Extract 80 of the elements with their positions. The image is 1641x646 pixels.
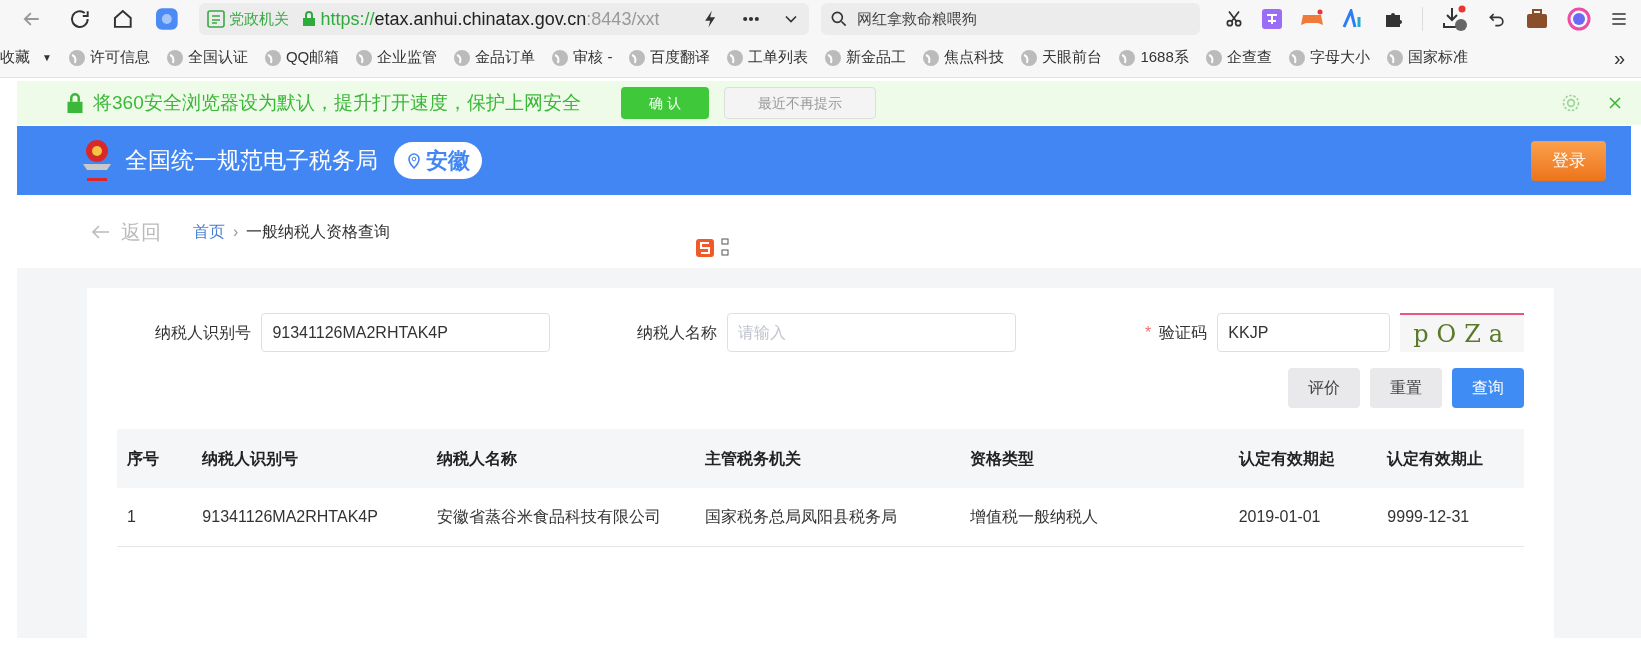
column-header: 认定有效期起 (1237, 448, 1336, 469)
notice-text: 将360安全浏览器设为默认，提升打开速度，保护上网安全 (93, 90, 582, 115)
download-icon[interactable] (1441, 5, 1469, 33)
breadcrumb-current: 一般纳税人资格查询 (246, 221, 391, 242)
table-cell-text: 国家税务总局凤阳县税务局 (703, 507, 898, 527)
bookmark-item[interactable]: 国家标准 (1377, 46, 1476, 69)
home-icon[interactable] (111, 7, 135, 31)
globe-icon (1020, 48, 1039, 67)
input-field[interactable]: 91341126MA2RHTAK4P (261, 313, 551, 352)
bookmark-item[interactable]: 金品订单 (445, 46, 544, 69)
table-cell-text: 91341126MA2RHTAK4P (201, 507, 379, 527)
table-cell-text: 安徽省蒸谷米食品科技有限公司 (436, 507, 663, 527)
field-label: 纳税人识别号 (155, 322, 252, 343)
lock-icon (65, 93, 85, 113)
lock-icon (300, 11, 317, 27)
bookmark-item[interactable]: 焦点科技 (914, 46, 1013, 69)
table-cell-text: 2019-01-01 (1237, 507, 1322, 527)
globe-icon (551, 48, 570, 67)
column-header: 纳税人识别号 (201, 448, 300, 469)
column-header: 纳税人名称 (436, 448, 519, 469)
table-cell-text: 1 (126, 507, 137, 527)
globe-icon (824, 48, 843, 67)
location-pin-icon (406, 152, 422, 169)
bookmark-item[interactable]: 收藏 ▼ (0, 46, 60, 69)
globe-icon (355, 48, 374, 67)
ai-circle-icon[interactable] (1567, 7, 1591, 31)
more-bookmarks-button[interactable]: » (1613, 42, 1641, 73)
location-text: 安徽 (426, 147, 470, 175)
address-bar[interactable]: 党政机关 https://etax.anhui.chinatax.gov.cn:8443/xxt (198, 3, 809, 35)
globe-icon (1118, 48, 1137, 67)
column-header: 资格类型 (969, 448, 1036, 469)
bookmark-item[interactable]: 企查查 (1196, 46, 1280, 69)
scissors-icon[interactable] (1224, 9, 1244, 29)
dropdown-caret[interactable]: ▼ (42, 50, 52, 65)
table-cell-text: 增值税一般纳税人 (969, 507, 1100, 527)
bookmark-item[interactable]: 工单列表 (718, 46, 817, 69)
globe-icon (165, 48, 184, 67)
search-field[interactable]: 网红拿救命粮喂狗 (820, 3, 1200, 35)
action-button[interactable]: 评价 (1288, 368, 1360, 408)
globe-icon (1204, 48, 1223, 67)
globe-icon (922, 48, 941, 67)
bookmark-item[interactable]: 审核 - (543, 46, 621, 69)
required-mark: * (1145, 322, 1152, 343)
field-label: 纳税人名称 (637, 322, 718, 343)
bookmark-item[interactable]: 新金品工 (816, 46, 915, 69)
column-header: 认定有效期止 (1385, 448, 1485, 469)
globe-icon (453, 48, 472, 67)
bookmark-item[interactable]: 天眼前台 (1012, 46, 1111, 69)
globe-icon (726, 48, 745, 67)
ai-icon[interactable] (154, 7, 179, 31)
globe-icon (67, 48, 86, 67)
briefcase-icon[interactable] (1525, 7, 1549, 31)
url-category-label: 党政机关 (228, 8, 290, 29)
bookmark-item[interactable]: 百度翻译 (620, 46, 719, 69)
globe-icon (263, 48, 282, 67)
bookmark-item[interactable]: 1688系 (1110, 46, 1197, 69)
column-header: 主管税务机关 (703, 448, 802, 469)
table-cell-text: 9999-12-31 (1386, 507, 1471, 527)
translate-icon[interactable] (1262, 9, 1282, 29)
url-text: https://etax.anhui.chinatax.gov.cn:8443/xxt (320, 7, 660, 31)
column-header: 序号 (126, 448, 160, 469)
globe-icon (1287, 48, 1306, 67)
input-field[interactable]: 请输入 (727, 313, 1017, 352)
bookmark-item[interactable]: 企业监管 (347, 46, 446, 69)
input-field[interactable]: KKJP (1217, 313, 1391, 352)
bookmark-item[interactable]: 许可信息 (59, 46, 158, 69)
globe-icon (628, 48, 647, 67)
location-pill[interactable]: 安徽 (394, 142, 482, 179)
field-label: 验证码 (1159, 322, 1208, 343)
captcha-image[interactable]: pOZa (1400, 313, 1525, 352)
search-text: 网红拿救命粮喂狗 (856, 8, 977, 29)
breadcrumb-separator: › (233, 221, 239, 242)
site-title: 全国统一规范电子税务局 (125, 146, 378, 176)
breadcrumb-link[interactable]: 首页 (193, 219, 225, 244)
bookmark-item[interactable]: QQ邮箱 (255, 46, 348, 69)
bookmark-item[interactable]: 字母大小 (1279, 46, 1378, 69)
certificate-icon (206, 10, 225, 28)
bookmark-item[interactable]: 全国认证 (157, 46, 256, 69)
globe-icon (1385, 48, 1404, 67)
action-button[interactable]: 重置 (1370, 368, 1442, 408)
